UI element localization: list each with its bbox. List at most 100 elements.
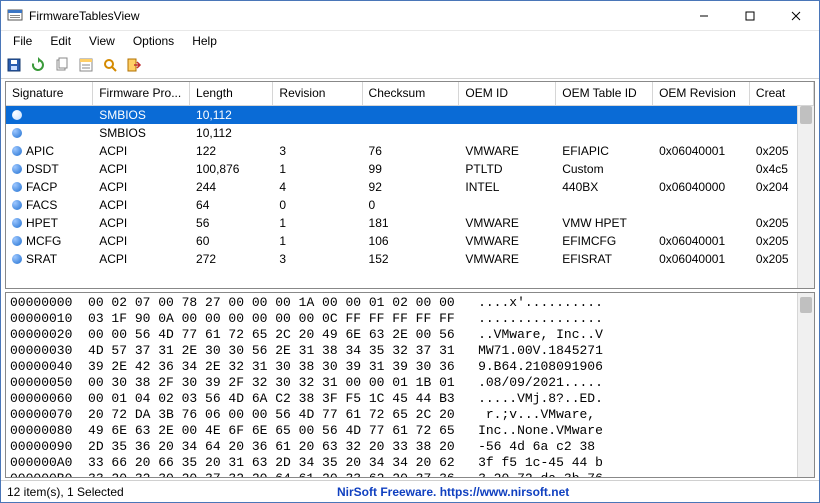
table-cell bbox=[459, 204, 556, 206]
minimize-button[interactable] bbox=[681, 1, 727, 31]
firmware-table-list[interactable]: Signature Firmware Pro... Length Revisio… bbox=[5, 81, 815, 289]
table-cell: 0x06040001 bbox=[653, 251, 750, 267]
table-row[interactable]: FACSACPI6400 bbox=[6, 196, 814, 214]
table-cell: ACPI bbox=[93, 197, 190, 213]
status-nirsoft-link[interactable]: NirSoft Freeware. https://www.nirsoft.ne… bbox=[337, 485, 813, 499]
table-cell: ACPI bbox=[93, 143, 190, 159]
toolbar-exit[interactable] bbox=[125, 56, 143, 74]
table-cell bbox=[653, 114, 750, 116]
table-cell bbox=[556, 204, 653, 206]
row-icon bbox=[12, 200, 22, 210]
list-body[interactable]: SMBIOS10,112SMBIOS10,112APICACPI122376VM… bbox=[6, 106, 814, 288]
table-row[interactable]: HPETACPI561181VMWAREVMW HPET0x205 bbox=[6, 214, 814, 232]
save-icon bbox=[6, 57, 22, 73]
menu-help[interactable]: Help bbox=[184, 32, 225, 50]
table-row[interactable]: MCFGACPI601106VMWAREEFIMCFG0x060400010x2… bbox=[6, 232, 814, 250]
list-scrollbar[interactable] bbox=[797, 106, 814, 288]
row-icon bbox=[12, 164, 22, 174]
col-creator[interactable]: Creat bbox=[750, 82, 814, 105]
table-cell: 152 bbox=[363, 251, 460, 267]
table-cell: VMWARE bbox=[459, 251, 556, 267]
table-row[interactable]: SMBIOS10,112 bbox=[6, 106, 814, 124]
hex-scrollbar[interactable] bbox=[797, 293, 814, 477]
table-cell: ACPI bbox=[93, 161, 190, 177]
table-row[interactable]: FACPACPI244492INTEL 440BX0x060400000x204 bbox=[6, 178, 814, 196]
row-icon bbox=[12, 218, 22, 228]
minimize-icon bbox=[699, 11, 709, 21]
table-cell: 0 bbox=[273, 197, 362, 213]
table-cell: 10,112 bbox=[190, 107, 273, 123]
table-cell: ACPI bbox=[93, 233, 190, 249]
toolbar-copy[interactable] bbox=[53, 56, 71, 74]
maximize-button[interactable] bbox=[727, 1, 773, 31]
table-cell: 1 bbox=[273, 161, 362, 177]
toolbar-refresh[interactable] bbox=[29, 56, 47, 74]
row-icon bbox=[12, 146, 22, 156]
table-cell: APIC bbox=[6, 143, 93, 159]
window-title: FirmwareTablesView bbox=[29, 9, 681, 23]
table-cell bbox=[273, 114, 362, 116]
col-oem-revision[interactable]: OEM Revision bbox=[653, 82, 750, 105]
table-cell: VMW HPET bbox=[556, 215, 653, 231]
table-cell bbox=[556, 114, 653, 116]
table-cell bbox=[363, 114, 460, 116]
table-cell: 3 bbox=[273, 143, 362, 159]
row-icon bbox=[12, 128, 22, 138]
hex-dump-view[interactable]: 00000000 00 02 07 00 78 27 00 00 00 1A 0… bbox=[5, 292, 815, 478]
toolbar-properties[interactable] bbox=[77, 56, 95, 74]
table-cell: 60 bbox=[190, 233, 273, 249]
table-cell: VMWARE bbox=[459, 215, 556, 231]
col-oem-table-id[interactable]: OEM Table ID bbox=[556, 82, 653, 105]
find-icon bbox=[102, 57, 118, 73]
status-item-count: 12 item(s), 1 Selected bbox=[7, 485, 337, 499]
table-row[interactable]: SMBIOS10,112 bbox=[6, 124, 814, 142]
table-cell: EFIMCFG bbox=[556, 233, 653, 249]
table-row[interactable]: SRATACPI2723152VMWAREEFISRAT0x060400010x… bbox=[6, 250, 814, 268]
table-cell bbox=[556, 132, 653, 134]
table-cell bbox=[653, 222, 750, 224]
table-cell bbox=[653, 168, 750, 170]
copy-icon bbox=[54, 57, 70, 73]
menu-edit[interactable]: Edit bbox=[42, 32, 79, 50]
statusbar: 12 item(s), 1 Selected NirSoft Freeware.… bbox=[1, 480, 819, 502]
app-icon bbox=[7, 8, 23, 24]
table-cell: 4 bbox=[273, 179, 362, 195]
table-cell: ACPI bbox=[93, 179, 190, 195]
table-cell: 440BX bbox=[556, 179, 653, 195]
table-cell: 0x06040001 bbox=[653, 233, 750, 249]
table-row[interactable]: DSDTACPI100,876199PTLTD Custom0x4c5 bbox=[6, 160, 814, 178]
table-cell bbox=[653, 204, 750, 206]
menu-view[interactable]: View bbox=[81, 32, 123, 50]
table-cell bbox=[273, 132, 362, 134]
col-length[interactable]: Length bbox=[190, 82, 273, 105]
table-cell: 244 bbox=[190, 179, 273, 195]
properties-icon bbox=[78, 57, 94, 73]
close-button[interactable] bbox=[773, 1, 819, 31]
table-cell bbox=[363, 132, 460, 134]
table-cell: INTEL bbox=[459, 179, 556, 195]
refresh-icon bbox=[30, 57, 46, 73]
row-icon bbox=[12, 182, 22, 192]
table-cell: 0x06040001 bbox=[653, 143, 750, 159]
col-oem-id[interactable]: OEM ID bbox=[459, 82, 556, 105]
table-cell: PTLTD bbox=[459, 161, 556, 177]
col-signature[interactable]: Signature bbox=[6, 82, 93, 105]
list-header[interactable]: Signature Firmware Pro... Length Revisio… bbox=[6, 82, 814, 106]
col-revision[interactable]: Revision bbox=[273, 82, 362, 105]
table-cell: FACP bbox=[6, 179, 93, 195]
table-cell: FACS bbox=[6, 197, 93, 213]
table-cell: 181 bbox=[363, 215, 460, 231]
toolbar-find[interactable] bbox=[101, 56, 119, 74]
row-icon bbox=[12, 110, 22, 120]
col-firmware-pro[interactable]: Firmware Pro... bbox=[93, 82, 190, 105]
toolbar-save[interactable] bbox=[5, 56, 23, 74]
table-cell: 10,112 bbox=[190, 125, 273, 141]
menu-options[interactable]: Options bbox=[125, 32, 182, 50]
table-cell: DSDT bbox=[6, 161, 93, 177]
table-row[interactable]: APICACPI122376VMWAREEFIAPIC0x060400010x2… bbox=[6, 142, 814, 160]
col-checksum[interactable]: Checksum bbox=[363, 82, 460, 105]
table-cell: 100,876 bbox=[190, 161, 273, 177]
table-cell: 64 bbox=[190, 197, 273, 213]
table-cell bbox=[459, 132, 556, 134]
menu-file[interactable]: File bbox=[5, 32, 40, 50]
